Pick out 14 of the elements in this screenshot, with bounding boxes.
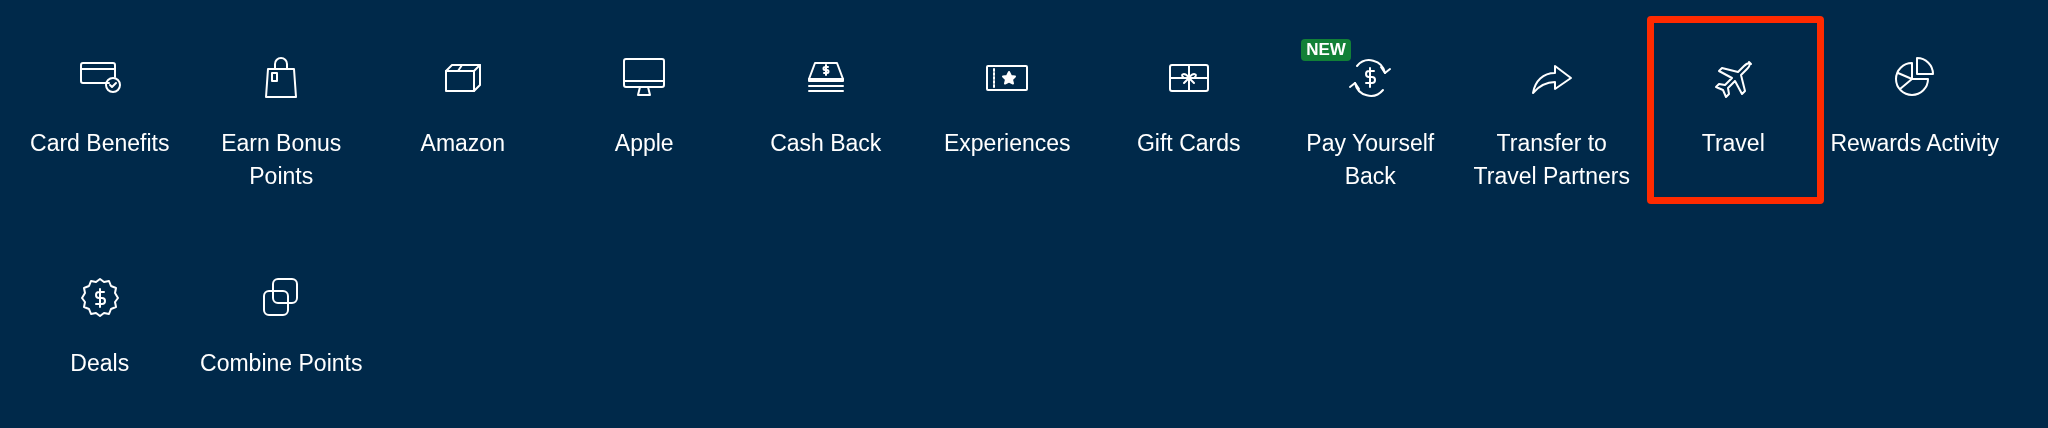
menu-item-link[interactable]: Apple <box>614 127 674 160</box>
menu-item-link[interactable]: Travel <box>1701 127 1765 160</box>
menu-item-link[interactable]: Cash Back <box>770 127 882 160</box>
menu-item-link[interactable]: Earn Bonus Points <box>196 127 367 193</box>
menu-item-link[interactable]: Card Benefits <box>30 127 170 160</box>
menu-item-link[interactable]: Transfer to Travel Partners <box>1466 127 1637 193</box>
menu-item-link[interactable]: Pay Yourself Back <box>1285 127 1456 193</box>
menu-item-link[interactable]: Combine Points <box>200 347 363 380</box>
menu-item-link[interactable]: Rewards Activity <box>1830 127 2000 160</box>
menu-item-link[interactable]: Experiences <box>943 127 1071 160</box>
menu-item-link[interactable]: Amazon <box>420 127 505 160</box>
menu-item-link[interactable]: Gift Cards <box>1137 127 1241 160</box>
new-badge: NEW <box>1301 39 1351 61</box>
menu-item-link[interactable]: Deals <box>70 347 130 380</box>
